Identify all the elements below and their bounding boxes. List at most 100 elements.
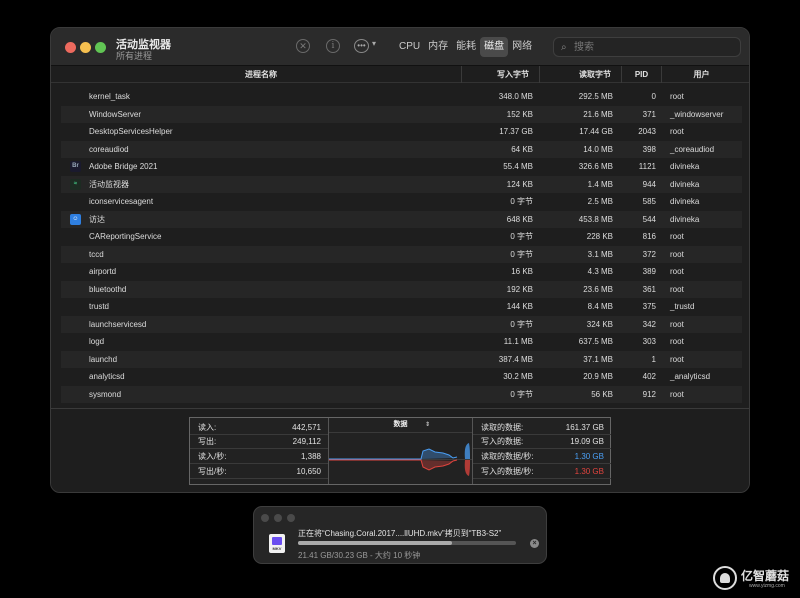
cell-bytes-written: 30.2 MB <box>503 372 533 381</box>
table-row[interactable]: analyticsd 30.2 MB 20.9 MB 402 _analyticsd <box>61 368 742 386</box>
tab-0[interactable]: CPU <box>395 37 424 57</box>
stat-value: 249,112 <box>292 437 321 446</box>
column-user[interactable]: 用户 <box>661 66 741 83</box>
stat-value: 1,388 <box>300 452 321 461</box>
cell-process-name: 访达 <box>89 214 105 224</box>
table-row[interactable]: sysmond 0 字节 56 KB 912 root <box>61 385 742 403</box>
cell-user: divineka <box>670 179 700 189</box>
cell-pid: 0 <box>651 92 656 101</box>
cell-bytes-written: 0 字节 <box>510 249 533 259</box>
up-down-chevron-icon[interactable]: ⇕ <box>425 418 430 432</box>
tab-3[interactable]: 磁盘 <box>480 37 509 57</box>
finder-icon: ☺ <box>70 213 81 225</box>
cell-process-name: CAReportingService <box>89 232 162 241</box>
table-row[interactable]: iconservicesagent 0 字节 2.5 MB 585 divineka <box>61 193 742 211</box>
cell-pid: 544 <box>642 214 656 224</box>
activity-monitor-window: 活动监视器 所有进程 ✕ i ••• ▾ CPU内存能耗磁盘网络 ⌕ 进程名称 … <box>50 27 750 493</box>
search-box[interactable]: ⌕ <box>553 37 741 57</box>
zoom-button[interactable] <box>95 42 106 53</box>
table-row[interactable]: ≈ 活动监视器 124 KB 1.4 MB 944 divineka <box>61 175 742 193</box>
table-row[interactable]: launchd 387.4 MB 37.1 MB 1 root <box>61 350 742 368</box>
cell-bytes-read: 292.5 MB <box>578 92 613 101</box>
table-row[interactable]: tccd 0 字节 3.1 MB 372 root <box>61 245 742 263</box>
cell-pid: 342 <box>642 319 656 329</box>
column-bytes-read[interactable]: 读取字节 <box>539 66 621 83</box>
activity-monitor-icon: ≈ <box>70 178 81 190</box>
cell-user: root <box>670 389 684 399</box>
cell-pid: 1 <box>651 354 656 364</box>
column-pid[interactable]: PID <box>621 66 661 83</box>
table-row[interactable]: coreaudiod 64 KB 14.0 MB 398 _coreaudiod <box>61 140 742 158</box>
table-row[interactable]: Br Adobe Bridge 2021 55.4 MB 326.6 MB 1121 di… <box>61 158 742 176</box>
cell-bytes-read: 453.8 MB <box>578 214 613 224</box>
stat-row: 写入的数据/秒: 1.30 GB <box>473 464 611 479</box>
stat-row: 写出/秒: 10,650 <box>190 464 328 479</box>
stat-row: 写出: 249,112 <box>190 434 328 449</box>
cell-bytes-read: 56 KB <box>591 389 613 399</box>
cell-bytes-written: 55.4 MB <box>503 162 533 171</box>
cell-user: root <box>670 319 684 329</box>
cell-bytes-read: 17.44 GB <box>579 127 613 136</box>
column-process-name[interactable]: 进程名称 <box>61 66 461 83</box>
stats-panel: 读入: 442,571 写出: 249,112 读入/秒: 1,388 写出/秒: 10,65… <box>189 417 611 485</box>
cell-user: _analyticsd <box>670 372 711 381</box>
table-row[interactable]: DesktopServicesHelper 17.37 GB 17.44 GB 204… <box>61 123 742 141</box>
column-header: 进程名称 写入字节 读取字节 PID 用户 <box>51 66 749 83</box>
cell-bytes-read: 8.4 MB <box>587 302 613 311</box>
cell-bytes-written: 0 字节 <box>510 197 533 206</box>
table-row[interactable]: logd 11.1 MB 637.5 MB 303 root <box>61 333 742 351</box>
cancel-copy-icon[interactable]: × <box>530 539 539 548</box>
copy-minimize-button[interactable] <box>274 514 282 522</box>
cell-bytes-read: 228 KB <box>586 232 613 241</box>
cell-bytes-written: 0 字节 <box>510 232 533 241</box>
stat-label: 读取的数据/秒: <box>481 452 534 461</box>
table-row[interactable]: bluetoothd 192 KB 23.6 MB 361 root <box>61 280 742 298</box>
copy-close-button[interactable] <box>261 514 269 522</box>
watermark-url: www.yizmg.com <box>749 583 785 589</box>
stat-value: 1.30 GB <box>574 452 604 461</box>
cell-bytes-read: 2.5 MB <box>587 197 613 206</box>
cell-pid: 585 <box>642 197 656 206</box>
table-row[interactable]: launchservicesd 0 字节 324 KB 342 root <box>61 315 742 333</box>
cell-bytes-written: 0 字节 <box>510 389 533 399</box>
tab-2[interactable]: 能耗 <box>452 37 480 57</box>
chevron-down-icon[interactable]: ▾ <box>372 39 376 48</box>
cell-process-name: coreaudiod <box>89 144 129 154</box>
cell-process-name: DesktopServicesHelper <box>89 127 173 136</box>
more-icon[interactable]: ••• <box>354 39 369 53</box>
table-row[interactable]: trustd 144 KB 8.4 MB 375 _trustd <box>61 298 742 316</box>
table-row[interactable]: WindowServer 152 KB 21.6 MB 371 _windowserve… <box>61 105 742 123</box>
table-row[interactable]: ☺ 访达 648 KB 453.8 MB 544 divineka <box>61 210 742 228</box>
cell-bytes-read: 637.5 MB <box>578 337 613 346</box>
cell-pid: 389 <box>642 267 656 276</box>
minimize-button[interactable] <box>80 42 91 53</box>
cell-process-name: WindowServer <box>89 109 142 119</box>
info-icon[interactable]: i <box>326 39 340 53</box>
cell-bytes-written: 387.4 MB <box>498 354 533 364</box>
cell-bytes-written: 152 KB <box>506 109 533 119</box>
cell-bytes-read: 37.1 MB <box>583 354 613 364</box>
stop-process-icon[interactable]: ✕ <box>296 39 310 53</box>
table-row[interactable]: airportd 16 KB 4.3 MB 389 root <box>61 263 742 281</box>
cell-bytes-written: 11.1 MB <box>503 337 533 346</box>
table-row[interactable]: CAReportingService 0 字节 228 KB 816 root <box>61 228 742 246</box>
cell-process-name: bluetoothd <box>89 284 127 294</box>
table-row[interactable]: kernel_task 348.0 MB 292.5 MB 0 root <box>61 88 742 106</box>
stat-row: 读入: 442,571 <box>190 420 328 435</box>
cell-process-name: airportd <box>89 267 117 276</box>
stat-label: 读入/秒: <box>198 452 227 461</box>
close-button[interactable] <box>65 42 76 53</box>
tab-4[interactable]: 网络 <box>508 37 536 57</box>
cell-pid: 1121 <box>638 162 656 171</box>
cell-user: root <box>670 337 684 346</box>
search-input[interactable] <box>574 40 734 54</box>
stat-value: 1.30 GB <box>574 467 604 476</box>
column-bytes-written[interactable]: 写入字节 <box>461 66 539 83</box>
cell-user: root <box>670 92 684 101</box>
tab-1[interactable]: 内存 <box>424 37 452 57</box>
copy-zoom-button[interactable] <box>287 514 295 522</box>
graph-header[interactable]: 数据 ⇕ <box>329 418 472 433</box>
cell-bytes-written: 144 KB <box>506 302 533 311</box>
app-subtitle[interactable]: 所有进程 <box>116 49 152 62</box>
cell-process-name: sysmond <box>89 389 122 399</box>
